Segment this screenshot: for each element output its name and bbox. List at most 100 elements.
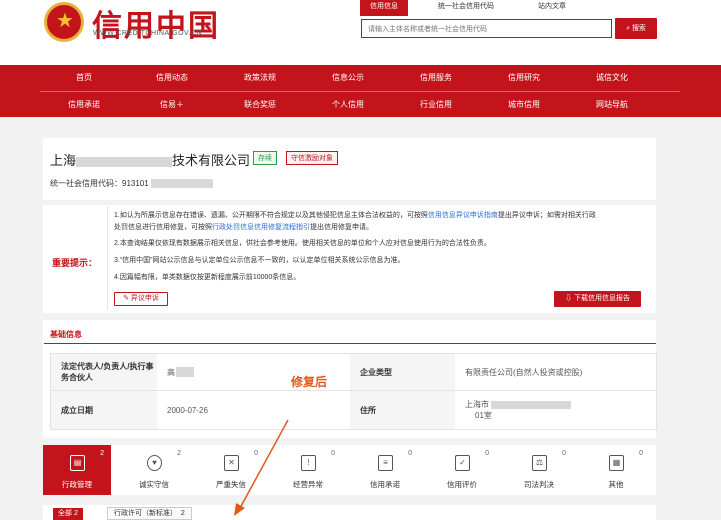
established-value: 2000-07-26 [167, 405, 208, 415]
filter-bar: 全部 2 行政许可（新标准） 2 [43, 505, 656, 520]
category-count: 0 [331, 450, 335, 457]
nav-item-service[interactable]: 信用服务 [401, 65, 471, 91]
notice-label: 重要提示： [52, 258, 98, 268]
appeal-guide-link[interactable]: 信用信息异议申诉指南 [428, 212, 498, 219]
filter-chip-license[interactable]: 行政许可（新标准） 2 [107, 507, 192, 520]
address-label: 住所 [350, 391, 455, 429]
category-tab-abnormal[interactable]: ! 0 经营异常 [274, 445, 342, 495]
company-card [43, 138, 656, 200]
category-label: 其他 [608, 480, 624, 489]
search-tab-articles[interactable]: 站内文章 [538, 0, 566, 16]
address-line-1: 上海市 [465, 399, 571, 410]
nav-item-sitemap[interactable]: 网站导航 [577, 92, 647, 118]
category-count: 0 [254, 450, 258, 457]
address-line-2: 01室 [465, 410, 492, 421]
search-tabs: 信用信息 统一社会信用代码 站内文章 [360, 0, 660, 16]
search-tab-credit-code[interactable]: 统一社会信用代码 [438, 0, 494, 16]
notice-text: 1.如认为所展示信息存在错误、遗漏、公开期限不符合规定以及其他侵犯信息主体合法权… [114, 212, 428, 219]
search-box [361, 19, 612, 38]
category-label: 信用承诺 [370, 480, 400, 489]
filter-all-count: 2 [73, 510, 78, 517]
credit-category-tabs: ▤ 2 行政管理 ♥ 2 诚实守信 ✕ 0 严重失信 ! 0 经营异常 ≡ 0 … [43, 445, 656, 495]
search-tab-credit-info[interactable]: 信用信息 [360, 0, 408, 16]
nav-item-culture[interactable]: 诚信文化 [577, 65, 647, 91]
search-button-label: 搜索 [631, 25, 646, 32]
category-tab-judgment[interactable]: ⚖ 0 司法判决 [505, 445, 573, 495]
notice-divider [107, 206, 108, 310]
category-count: 0 [485, 450, 489, 457]
redaction-mask [176, 367, 194, 377]
download-report-button[interactable]: ⇩ 下载信用信息报告 [554, 291, 641, 307]
abnormal-icon: ! [301, 455, 316, 471]
edit-icon: ✎ [123, 295, 129, 302]
category-label: 司法判决 [524, 480, 554, 489]
filter-all-label: 全部 [58, 510, 72, 517]
national-emblem-icon [44, 2, 84, 42]
nav-item-policy[interactable]: 政策法规 [225, 65, 295, 91]
notice-text: 提出异议申诉；如需对相关行政 [497, 212, 596, 219]
status-badge: 存续 [253, 151, 277, 165]
category-count: 0 [639, 450, 643, 457]
site-header: 信用中国 WWW.CREDITCHINA.GOV.CN 信用信息 统一社会信用代… [0, 0, 721, 65]
download-button-label: 下载信用信息报告 [573, 295, 630, 302]
admin-icon: ▤ [70, 455, 85, 471]
basic-info-title: 基础信息 [50, 330, 82, 339]
category-count: 0 [562, 450, 566, 457]
legal-rep-label: 法定代表人/负责人/执行事务合伙人 [51, 354, 157, 390]
category-tab-serious[interactable]: ✕ 0 严重失信 [197, 445, 265, 495]
nav-item-news[interactable]: 信用动态 [137, 65, 207, 91]
basic-info-underline [44, 343, 656, 344]
category-label: 严重失信 [216, 480, 246, 489]
appeal-button-label: 异议申诉 [130, 295, 159, 302]
category-tab-trust[interactable]: ♥ 2 诚实守信 [120, 445, 188, 495]
search-icon: ⌕ [626, 25, 630, 32]
category-label: 行政管理 [62, 480, 92, 489]
nav-item-xinyi[interactable]: 信易＋ [137, 92, 207, 118]
nav-item-publicity[interactable]: 信息公示 [313, 65, 383, 91]
category-tab-evaluation[interactable]: ✓ 0 信用评价 [428, 445, 496, 495]
filter-chip-label: 行政许可（新标准） [114, 510, 177, 517]
company-name-suffix: 技术有限公司 [172, 153, 251, 168]
repair-annotation-text: 修复后 [291, 375, 328, 389]
category-tab-other[interactable]: ▦ 0 其他 [582, 445, 650, 495]
legal-rep-name: 高 [167, 367, 175, 377]
appeal-button[interactable]: ✎ 异议申诉 [114, 292, 168, 306]
notice-item-1: 1.如认为所展示信息存在错误、遗漏、公开期限不符合规定以及其他侵犯信息主体合法权… [114, 210, 654, 234]
site-logo-text[interactable]: 信用中国 [92, 1, 220, 45]
notice-text: 提出信用修复申请。 [310, 224, 373, 231]
notice-item-4: 4.因篇幅有限，单类数据仅按更新程度展示前10000条信息。 [114, 274, 301, 281]
company-type-label: 企业类型 [350, 354, 455, 390]
repair-guide-link[interactable]: 行政处罚信息信用修复流程指引 [212, 224, 310, 231]
trust-icon: ♥ [147, 455, 162, 471]
category-count: 2 [100, 450, 104, 457]
serious-icon: ✕ [224, 455, 239, 471]
nav-row-secondary: 信用承诺 信易＋ 联合奖惩 个人信用 行业信用 城市信用 网站导航 [0, 92, 721, 118]
redaction-mask [150, 179, 213, 189]
category-label: 诚实守信 [139, 480, 169, 489]
nav-item-city[interactable]: 城市信用 [489, 92, 559, 118]
nav-item-home[interactable]: 首页 [49, 65, 119, 91]
download-icon: ⇩ [565, 295, 573, 302]
search-button[interactable]: ⌕ 搜索 [615, 18, 657, 39]
category-count: 0 [408, 450, 412, 457]
category-label: 信用评价 [447, 480, 477, 489]
nav-item-research[interactable]: 信用研究 [489, 65, 559, 91]
category-tab-admin[interactable]: ▤ 2 行政管理 [43, 445, 111, 495]
address-city: 上海市 [465, 400, 489, 409]
company-name: 上海 技术有限公司 [50, 150, 250, 169]
main-nav: 首页 信用动态 政策法规 信息公示 信用服务 信用研究 诚信文化 信用承诺 信易… [0, 65, 721, 117]
nav-item-personal[interactable]: 个人信用 [313, 92, 383, 118]
notice-text: 处罚信息进行信用修复，可按照 [114, 224, 212, 231]
search-input[interactable] [362, 21, 611, 38]
address-value: 上海市 01室 [455, 391, 656, 429]
filter-all-button[interactable]: 全部 2 [53, 508, 83, 520]
judgment-icon: ⚖ [532, 455, 547, 471]
evaluation-icon: ✓ [455, 455, 470, 471]
category-label: 经营异常 [293, 480, 323, 489]
credit-code-line: 统一社会信用代码：913101 [50, 178, 213, 189]
nav-item-promise[interactable]: 信用承诺 [49, 92, 119, 118]
other-icon: ▦ [609, 455, 624, 471]
nav-item-joint-reward[interactable]: 联合奖惩 [225, 92, 295, 118]
category-tab-promise[interactable]: ≡ 0 信用承诺 [351, 445, 419, 495]
nav-item-industry[interactable]: 行业信用 [401, 92, 471, 118]
